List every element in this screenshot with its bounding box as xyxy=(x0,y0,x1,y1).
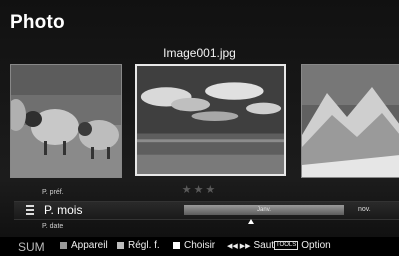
thumbnail-next[interactable] xyxy=(301,64,399,178)
timeline-next-label: nov. xyxy=(358,206,371,213)
photo-viewer-screen: Photo Image001.jpg ★★★ P. préf. P. mois … xyxy=(0,0,399,256)
image-filename: Image001.jpg xyxy=(163,46,236,60)
page-title: Photo xyxy=(10,12,65,33)
appareil-button[interactable]: Appareil xyxy=(60,240,108,251)
sort-list-icon xyxy=(26,205,34,215)
clouds-sea-image xyxy=(137,66,284,174)
thumbnail-selected[interactable] xyxy=(135,64,286,176)
timeline-label: Janv. xyxy=(257,207,271,213)
color-key-icon xyxy=(117,242,124,249)
option-label: Option xyxy=(301,240,331,251)
color-key-icon xyxy=(60,242,67,249)
sort-option-next[interactable]: P. date xyxy=(42,223,63,230)
mountain-image xyxy=(302,65,399,177)
tools-icon: TOOLS xyxy=(274,241,299,250)
regl-button[interactable]: Régl. f. xyxy=(117,240,160,251)
timeline-marker-icon xyxy=(248,219,254,224)
sum-label: SUM xyxy=(18,240,45,254)
appareil-label: Appareil xyxy=(71,240,108,251)
choisir-label: Choisir xyxy=(184,240,216,251)
skip-arrows-icon: ◀◀ ▶▶ xyxy=(227,242,251,250)
saut-button[interactable]: ◀◀ ▶▶ Saut xyxy=(227,240,274,251)
choisir-button[interactable]: Choisir xyxy=(173,240,215,251)
sort-bar: P. mois Janv. nov. xyxy=(14,201,399,220)
sort-option-previous[interactable]: P. préf. xyxy=(42,189,64,196)
option-button[interactable]: TOOLS Option xyxy=(274,240,331,251)
timeline-bar[interactable]: Janv. xyxy=(184,205,344,215)
color-key-icon xyxy=(173,242,180,249)
sort-option-current[interactable]: P. mois xyxy=(44,203,82,217)
sheep-image xyxy=(11,65,121,177)
footer-bar: SUM Appareil Régl. f. Choisir ◀◀ ▶▶ Saut… xyxy=(0,237,399,256)
saut-label: Saut xyxy=(253,240,275,251)
thumbnail-previous[interactable] xyxy=(10,64,122,178)
regl-label: Régl. f. xyxy=(128,240,160,251)
